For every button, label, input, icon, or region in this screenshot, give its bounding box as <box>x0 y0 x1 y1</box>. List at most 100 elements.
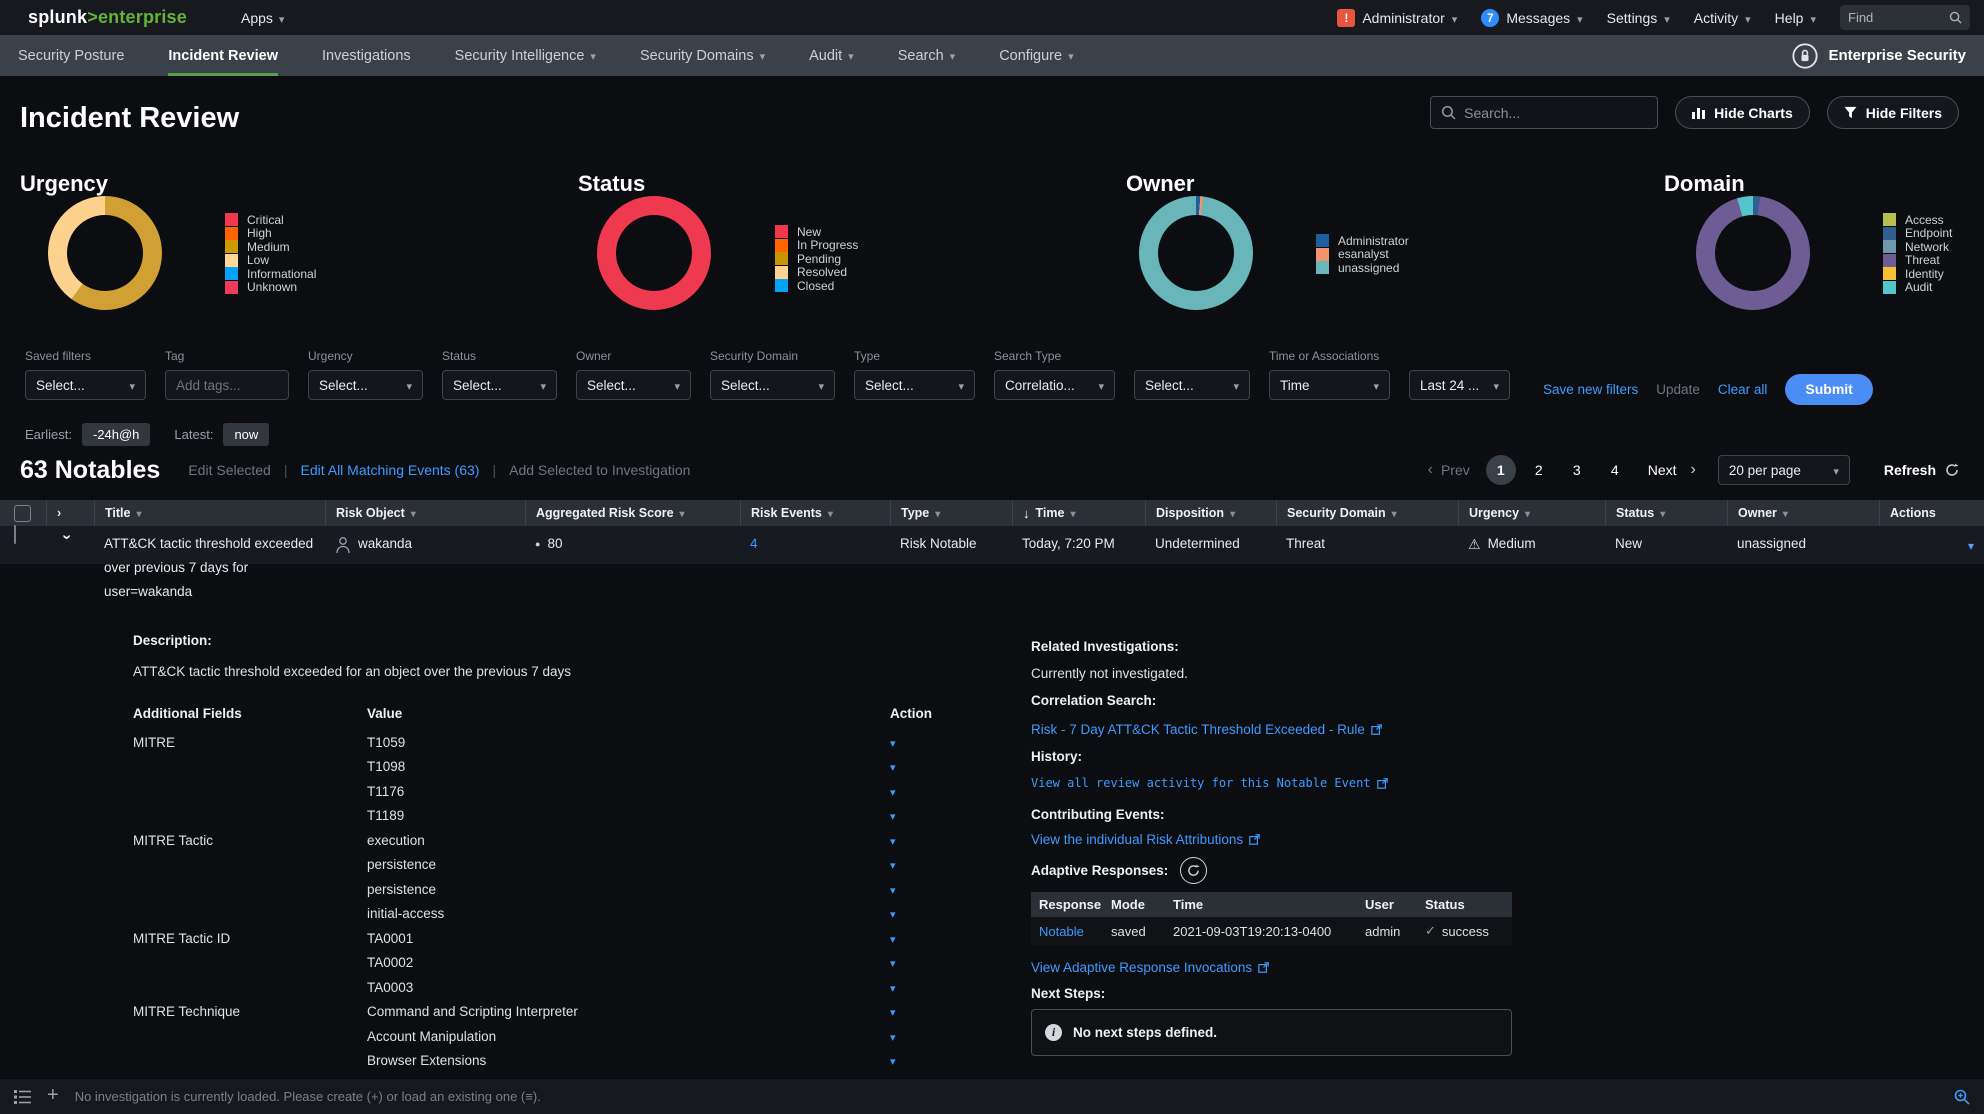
risk-events-link[interactable]: 4 <box>750 536 758 551</box>
activity-menu[interactable]: Activity <box>1694 10 1751 26</box>
edit-selected-link[interactable]: Edit Selected <box>188 462 271 478</box>
select-all-checkbox[interactable] <box>14 505 31 522</box>
find-searchbox[interactable] <box>1840 5 1970 30</box>
find-input[interactable] <box>1848 10 1938 25</box>
notable-response-link[interactable]: Notable <box>1039 924 1084 939</box>
nav-incident-review[interactable]: Incident Review <box>168 35 278 76</box>
splunk-logo[interactable]: splunk>enterprise <box>28 7 187 28</box>
row-expander[interactable]: › <box>46 526 94 546</box>
field-action-caret[interactable]: ▾ <box>890 885 896 897</box>
ar-status: success <box>1442 924 1489 939</box>
row-title[interactable]: ATT&CK tactic threshold exceeded over pr… <box>94 526 325 604</box>
messages-menu[interactable]: 7 Messages <box>1481 9 1582 27</box>
hide-charts-button[interactable]: Hide Charts <box>1675 96 1810 129</box>
field-action-caret[interactable]: ▾ <box>890 836 896 848</box>
page-3-button[interactable]: 3 <box>1562 455 1592 485</box>
clear-all-link[interactable]: Clear all <box>1718 382 1768 397</box>
field-action-caret[interactable]: ▾ <box>890 811 896 823</box>
investigation-list-icon[interactable] <box>14 1090 31 1104</box>
tag-input[interactable] <box>165 370 289 400</box>
earliest-chip[interactable]: -24h@h <box>82 423 150 446</box>
row-risk-object[interactable]: wakanda <box>325 526 525 554</box>
field-action-caret[interactable]: ▾ <box>890 909 896 921</box>
field-action-caret[interactable]: ▾ <box>890 983 896 995</box>
field-action-caret[interactable]: ▾ <box>890 1007 896 1019</box>
col-title[interactable]: Title <box>94 500 325 526</box>
page-4-button[interactable]: 4 <box>1600 455 1630 485</box>
next-page-button[interactable]: Next <box>1648 462 1677 478</box>
urgency-donut-chart <box>48 196 162 310</box>
row-checkbox[interactable] <box>14 525 16 544</box>
submit-button[interactable]: Submit <box>1785 374 1872 405</box>
col-type[interactable]: Type <box>890 500 1012 526</box>
col-owner[interactable]: Owner <box>1727 500 1879 526</box>
legend-swatch <box>1316 234 1329 247</box>
type-select[interactable]: Select... <box>854 370 975 400</box>
settings-menu[interactable]: Settings <box>1607 10 1670 26</box>
create-investigation-button[interactable]: + <box>47 1084 59 1107</box>
nav-search[interactable]: Search <box>898 35 955 76</box>
adaptive-refresh-button[interactable] <box>1180 857 1207 884</box>
nav-configure[interactable]: Configure <box>999 35 1073 76</box>
notables-searchbox[interactable] <box>1430 96 1658 129</box>
expand-all-header[interactable]: › <box>46 500 94 526</box>
nav-security-intelligence[interactable]: Security Intelligence <box>455 35 596 76</box>
page-1-button[interactable]: 1 <box>1486 455 1516 485</box>
view-invocations-link[interactable]: View Adaptive Response Invocations <box>1031 960 1269 975</box>
field-action-caret[interactable]: ▾ <box>890 738 896 750</box>
notable-detail-panel: Description: ATT&CK tactic threshold exc… <box>0 633 1984 1078</box>
help-menu[interactable]: Help <box>1775 10 1816 26</box>
administrator-menu[interactable]: ! Administrator <box>1337 9 1457 27</box>
nav-security-posture[interactable]: Security Posture <box>18 35 124 76</box>
correlation-search-link[interactable]: Risk - 7 Day ATT&CK Tactic Threshold Exc… <box>1031 722 1382 737</box>
col-disposition[interactable]: Disposition <box>1145 500 1276 526</box>
saved-filters-select[interactable]: Select... <box>25 370 146 400</box>
col-risk-object[interactable]: Risk Object <box>325 500 525 526</box>
col-security-domain[interactable]: Security Domain <box>1276 500 1458 526</box>
field-action-caret[interactable]: ▾ <box>890 958 896 970</box>
row-security-domain: Threat <box>1276 526 1458 551</box>
update-link[interactable]: Update <box>1656 382 1700 397</box>
nav-investigations[interactable]: Investigations <box>322 35 411 76</box>
history-link[interactable]: View all review activity for this Notabl… <box>1031 776 1388 790</box>
prev-page-button[interactable]: Prev <box>1441 462 1470 478</box>
field-action-caret[interactable]: ▾ <box>890 860 896 872</box>
time-range-select[interactable]: Last 24 ... <box>1409 370 1510 400</box>
contributing-events-link[interactable]: View the individual Risk Attributions <box>1031 832 1260 847</box>
latest-chip[interactable]: now <box>223 423 269 446</box>
nav-audit[interactable]: Audit <box>809 35 854 76</box>
field-action-caret[interactable]: ▾ <box>890 1032 896 1044</box>
notables-search-input[interactable] <box>1464 105 1644 121</box>
col-aggregated-risk-score[interactable]: Aggregated Risk Score <box>525 500 740 526</box>
chevron-down-icon <box>1068 48 1074 64</box>
col-risk-events[interactable]: Risk Events <box>740 500 890 526</box>
field-action-caret[interactable]: ▾ <box>890 1056 896 1068</box>
field-action-caret[interactable]: ▾ <box>890 762 896 774</box>
row-actions-caret[interactable]: ▾ <box>1968 536 1974 553</box>
urgency-select[interactable]: Select... <box>308 370 423 400</box>
zoom-magnifier-icon[interactable] <box>1954 1089 1970 1105</box>
search-type-value-select[interactable]: Select... <box>1134 370 1250 400</box>
per-page-select[interactable]: 20 per page <box>1718 455 1850 485</box>
apps-menu[interactable]: Apps <box>241 10 284 26</box>
col-time[interactable]: ↓Time <box>1012 500 1145 526</box>
nav-security-domains[interactable]: Security Domains <box>640 35 765 76</box>
notables-count: 63 Notables <box>20 456 160 485</box>
time-or-associations-select[interactable]: Time <box>1269 370 1390 400</box>
page-2-button[interactable]: 2 <box>1524 455 1554 485</box>
status-select[interactable]: Select... <box>442 370 557 400</box>
add-selected-link[interactable]: Add Selected to Investigation <box>509 462 690 478</box>
search-type-select[interactable]: Correlatio... <box>994 370 1115 400</box>
refresh-button[interactable]: Refresh <box>1884 462 1959 478</box>
col-urgency[interactable]: Urgency <box>1458 500 1605 526</box>
edit-all-matching-link[interactable]: Edit All Matching Events (63) <box>300 462 479 478</box>
col-status[interactable]: Status <box>1605 500 1727 526</box>
hide-filters-button[interactable]: Hide Filters <box>1827 96 1959 129</box>
chevron-down-icon <box>950 48 956 64</box>
field-action-caret[interactable]: ▾ <box>890 787 896 799</box>
field-row: MITRE Tacticexecution▾ <box>133 828 933 853</box>
owner-select[interactable]: Select... <box>576 370 691 400</box>
field-action-caret[interactable]: ▾ <box>890 934 896 946</box>
save-new-filters-link[interactable]: Save new filters <box>1543 382 1638 397</box>
security-domain-select[interactable]: Select... <box>710 370 835 400</box>
